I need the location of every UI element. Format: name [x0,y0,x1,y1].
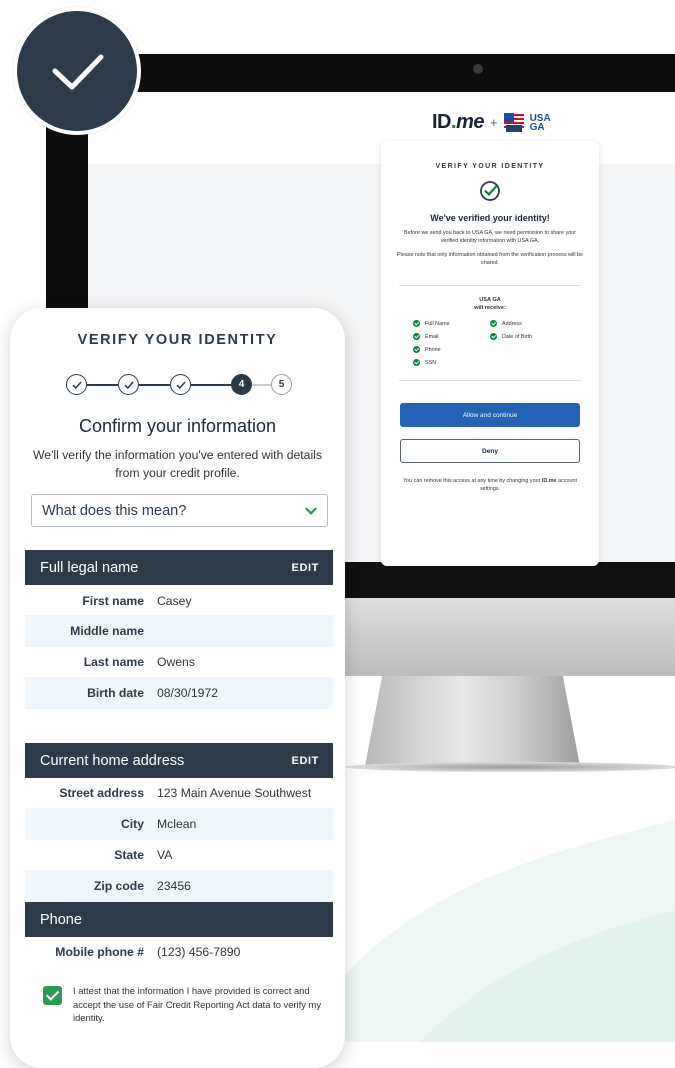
section-header-full-legal-name: Full legal name EDIT [25,550,333,585]
verified-check-icon [480,181,500,201]
mobile-title: VERIFY YOUR IDENTITY [77,332,278,348]
monitor-chin [320,598,675,676]
attest-text: I attest that the information I have pro… [73,985,322,1023]
confirm-heading: Confirm your information [78,416,277,436]
info-row-mobile-phone: Mobile phone # (123) 456-7890 [55,945,241,959]
info-row-birth-date: Birth date 08/30/1972 [25,677,333,709]
checkmark-icon [52,54,104,90]
step-3-complete-check-icon [170,374,191,395]
note-text: Please note that only information obtain… [396,252,584,266]
step-connector [252,384,271,386]
recipient-label: USA GA will receive: [474,297,506,311]
shared-item: Address [490,320,567,327]
deny-button[interactable]: Deny [400,439,580,463]
check-icon [413,346,420,353]
consent-heading: We've verified your identity! [430,213,550,223]
dropdown-label: What does this mean? [42,502,187,519]
section-title: Phone [40,911,82,928]
shared-item: Email [413,333,490,340]
monitor-stand-base [345,762,675,772]
info-row-last-name: Last name Owens [83,655,195,669]
shared-item: SSN [413,359,490,366]
idme-logo: ID.me [432,111,484,133]
check-icon [413,320,420,327]
confirm-subtext: We'll verify the information you've ente… [33,448,322,480]
info-row-city: City Mclean [25,808,333,840]
permission-text: Before we send you back to USA GA, we ne… [404,230,576,244]
attestation: I attest that the information I have pro… [43,984,333,1025]
info-row-zip-code: Zip code 23456 [25,870,333,902]
shared-items-list: Full Name Address Email Date of Birth Ph… [381,320,599,366]
check-icon [490,320,497,327]
section-header-home-address: Current home address EDIT [25,743,333,778]
shared-item: Date of Birth [490,333,567,340]
step-connector [87,384,118,386]
consent-card-title: VERIFY YOUR IDENTITY [435,163,545,170]
chevron-down-icon [305,507,317,515]
step-1-complete-check-icon [66,374,87,395]
verified-badge [13,7,141,135]
logo-row: ID.me + USA GA [432,111,551,134]
shared-item: Phone [413,346,490,353]
step-connector [139,384,170,386]
allow-and-continue-button[interactable]: Allow and continue [400,403,580,427]
edit-address-button[interactable]: EDIT [292,755,319,767]
progress-stepper: 4 5 [66,374,292,396]
what-does-this-mean-dropdown[interactable]: What does this mean? [31,494,328,527]
plus-sign: + [489,115,498,130]
step-2-complete-check-icon [118,374,139,395]
check-icon [413,359,420,366]
consent-card: VERIFY YOUR IDENTITY We've verified your… [381,141,599,566]
edit-name-button[interactable]: EDIT [292,562,319,574]
usa-ga-logo-text: USA GA [529,112,551,133]
step-next: 5 [271,374,292,395]
info-row-middle-name: Middle name [25,615,333,647]
monitor-stand [365,676,580,766]
monitor-bezel-top [88,54,675,92]
mobile-confirm-card: VERIFY YOUR IDENTITY 4 5 Confirm your in… [10,308,345,1068]
section-title: Full legal name [40,559,139,576]
attest-checkbox[interactable] [43,986,62,1005]
usa-ga-flag-icon [503,112,524,133]
section-title: Current home address [40,752,185,769]
divider [399,380,581,381]
check-icon [490,333,497,340]
info-row-state: State VA [114,848,173,862]
check-icon [413,333,420,340]
info-row-first-name: First name Casey [82,594,192,608]
section-header-phone: Phone [25,902,333,937]
camera-icon [473,64,483,74]
step-current: 4 [231,374,252,395]
shared-item: Full Name [413,320,490,327]
divider [399,285,581,286]
monitor-bezel-bottom [320,562,675,598]
consent-footer-text: You can remove this access at any time b… [403,478,577,492]
step-connector [191,384,231,386]
info-row-street-address: Street address 123 Main Avenue Southwest [59,786,312,800]
